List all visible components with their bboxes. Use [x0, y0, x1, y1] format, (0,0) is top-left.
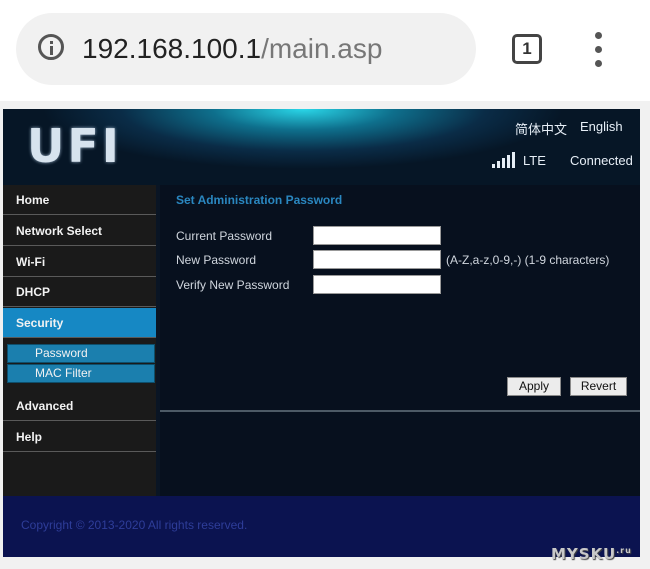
sidebar-subitem-mac-filter[interactable]: MAC Filter [7, 364, 155, 383]
page-title: Set Administration Password [176, 193, 343, 207]
sidebar-item-network-select[interactable]: Network Select [3, 216, 156, 246]
verify-password-field[interactable] [313, 275, 441, 294]
watermark-text: MYSKU [551, 545, 617, 563]
password-hint: (A-Z,a-z,0-9,-) (1-9 characters) [446, 253, 610, 267]
watermark-suffix: .ru [616, 546, 632, 555]
copyright-text: Copyright © 2013-2020 All rights reserve… [21, 518, 248, 532]
watermark: MYSKU.ru [551, 545, 632, 563]
more-vert-icon[interactable] [592, 32, 606, 68]
new-password-label: New Password [176, 253, 257, 267]
connection-status: Connected [570, 153, 633, 168]
url-text[interactable]: 192.168.100.1/main.asp [82, 33, 382, 65]
divider [160, 410, 640, 412]
sidebar-item-home[interactable]: Home [3, 185, 156, 215]
language-english-link[interactable]: English [580, 119, 623, 134]
tab-count-button[interactable]: 1 [512, 34, 542, 64]
ufi-logo: UFI [27, 119, 122, 173]
language-chinese-link[interactable]: 简体中文 [515, 119, 567, 138]
sidebar-nav: Home Network Select Wi-Fi DHCP Security … [3, 185, 156, 496]
verify-password-label: Verify New Password [176, 278, 290, 292]
current-password-label: Current Password [176, 229, 273, 243]
sidebar-item-wifi[interactable]: Wi-Fi [3, 247, 156, 277]
signal-bars-icon [492, 152, 518, 168]
info-icon[interactable] [38, 34, 64, 60]
page-footer: Copyright © 2013-2020 All rights reserve… [3, 496, 640, 557]
sidebar-item-security[interactable]: Security [3, 308, 156, 338]
page-header: UFI 简体中文 English LTE Connected [3, 109, 640, 185]
sidebar-item-dhcp[interactable]: DHCP [3, 277, 156, 307]
apply-button[interactable]: Apply [507, 377, 561, 396]
url-host: 192.168.100.1 [82, 33, 262, 64]
current-password-field[interactable] [313, 226, 441, 245]
sidebar-item-advanced[interactable]: Advanced [3, 391, 156, 421]
sidebar-subitem-password[interactable]: Password [7, 344, 155, 363]
revert-button[interactable]: Revert [570, 377, 627, 396]
sidebar-item-help[interactable]: Help [3, 422, 156, 452]
router-admin-page: UFI 简体中文 English LTE Connected Home Netw… [3, 109, 640, 557]
browser-toolbar: 192.168.100.1/main.asp 1 [0, 0, 650, 101]
address-bar[interactable]: 192.168.100.1/main.asp [16, 13, 476, 85]
new-password-field[interactable] [313, 250, 441, 269]
url-path: /main.asp [261, 33, 383, 64]
network-type-label: LTE [523, 153, 546, 168]
main-content: Set Administration Password Current Pass… [160, 185, 640, 496]
